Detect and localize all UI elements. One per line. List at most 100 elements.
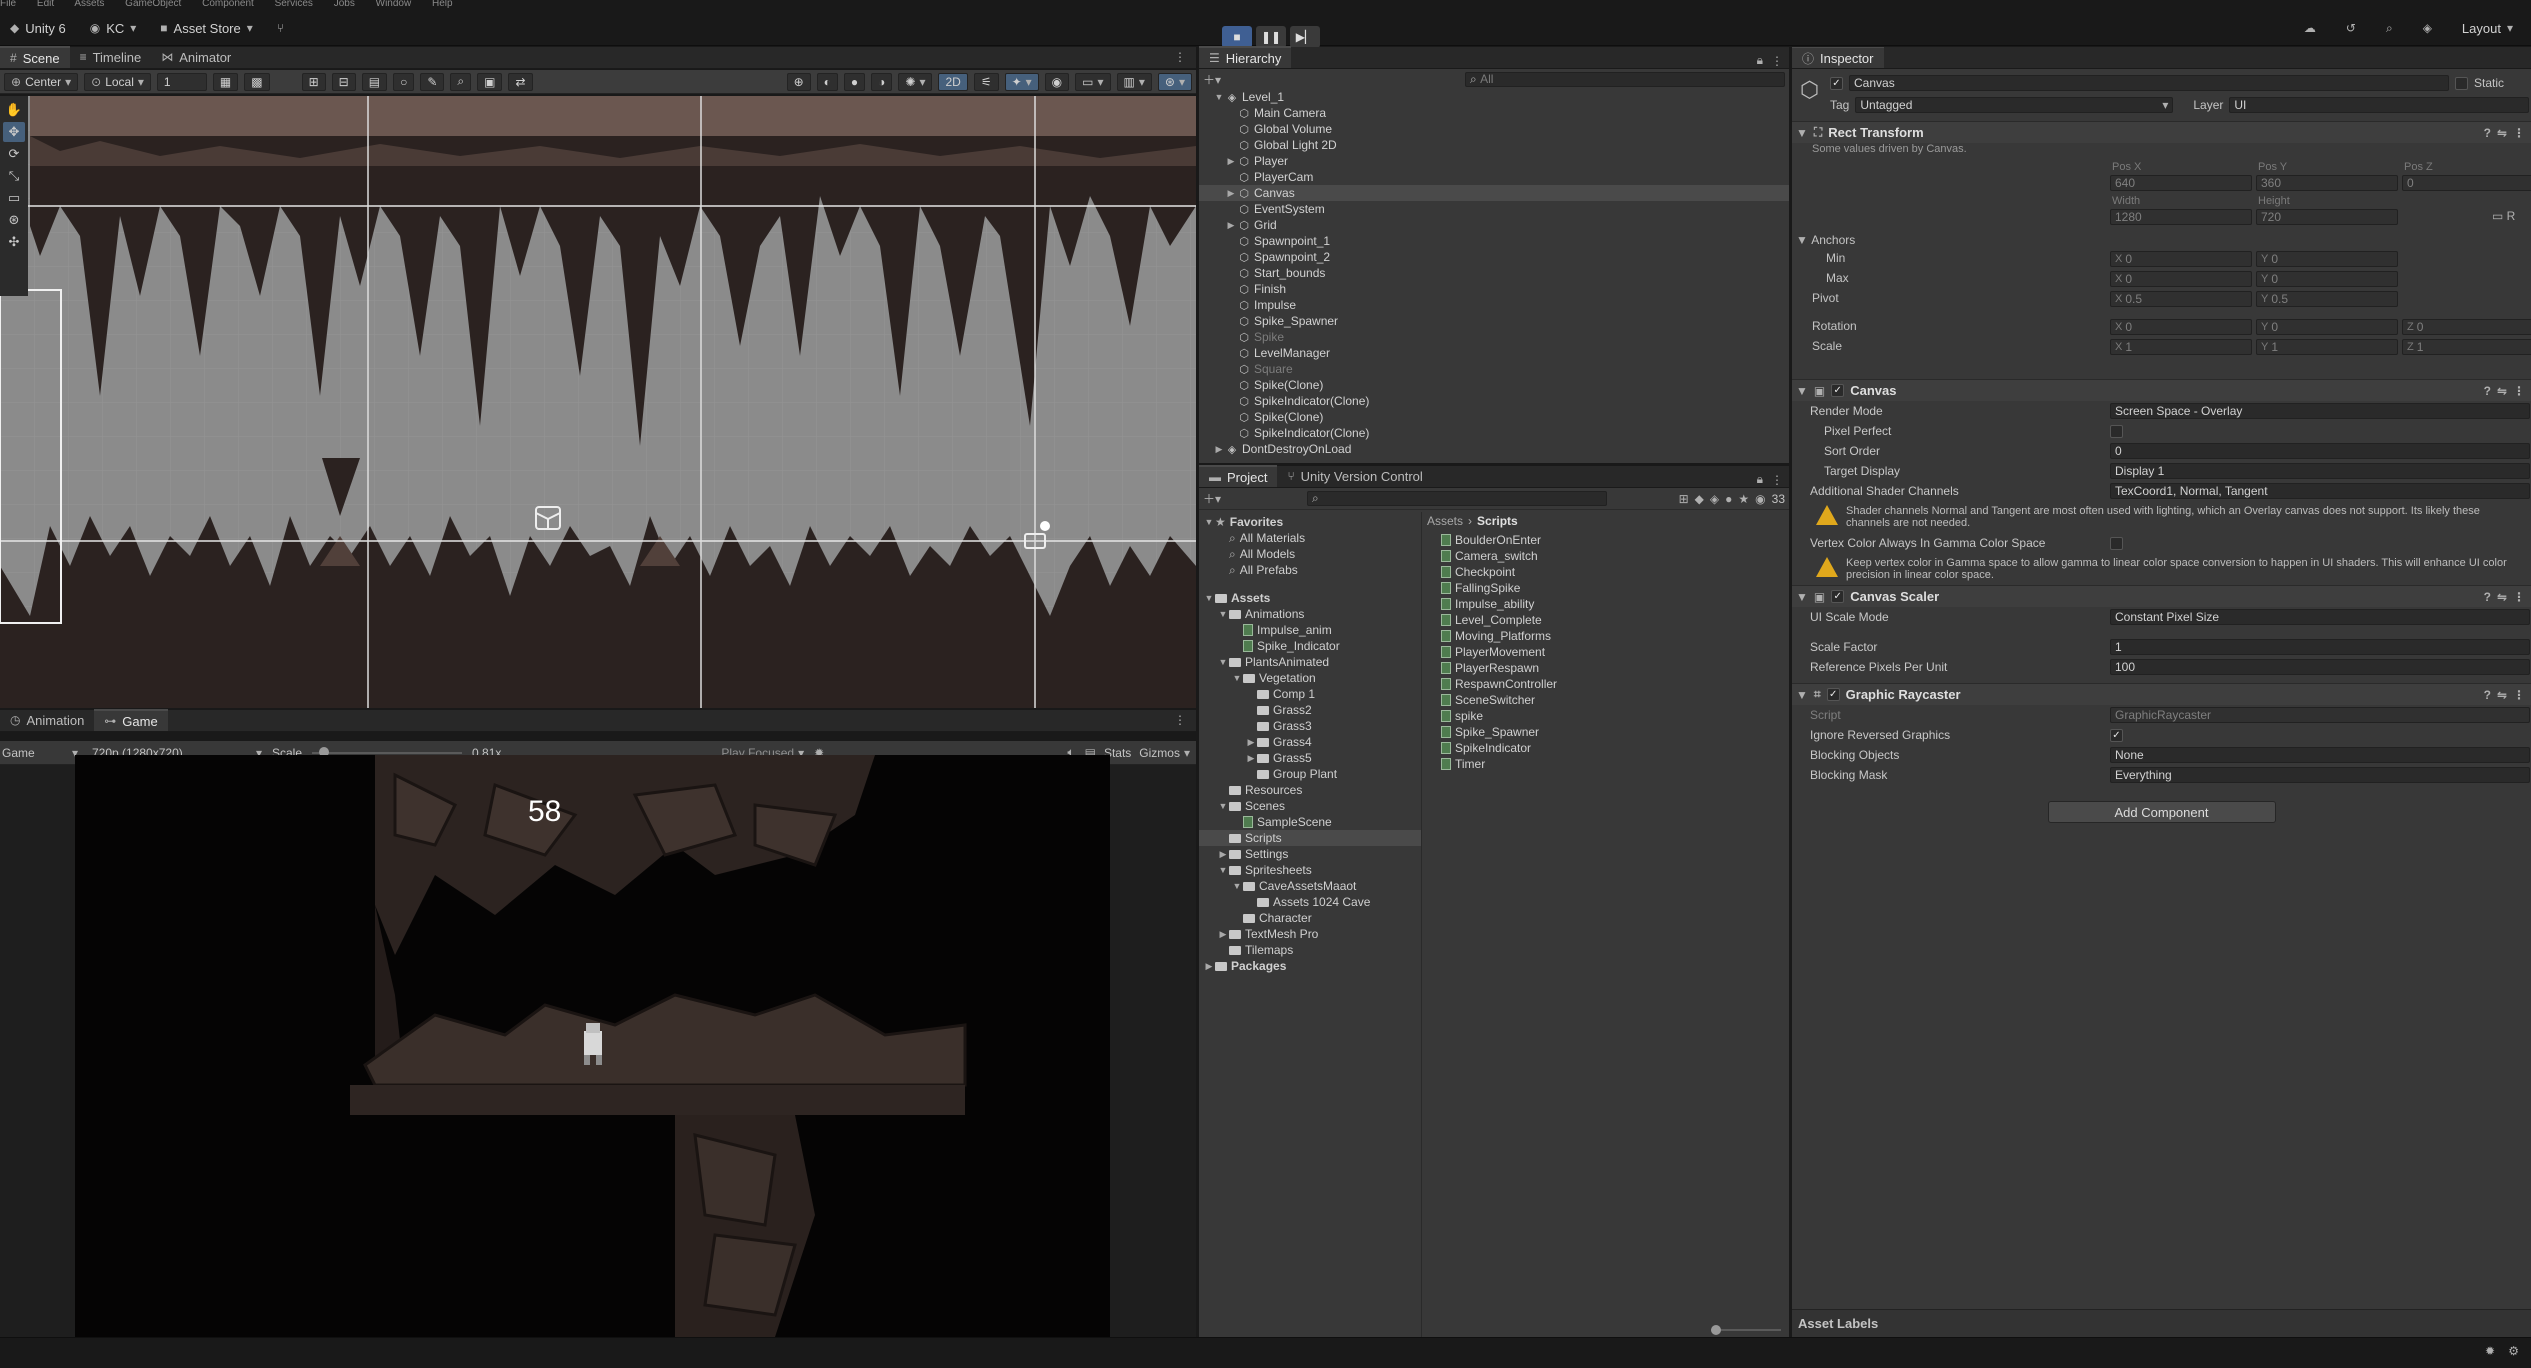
script-asset[interactable]: SpikeIndicator xyxy=(1441,740,1789,756)
tab-project[interactable]: ▬ Project xyxy=(1199,465,1278,487)
hierarchy-item[interactable]: ⬡ SpikeIndicator(Clone) xyxy=(1199,393,1789,409)
script-asset[interactable]: PlayerRespawn xyxy=(1441,660,1789,676)
game-more-button[interactable]: ⋮ xyxy=(1164,709,1196,731)
script-asset[interactable]: spike xyxy=(1441,708,1789,724)
pivot-dropdown[interactable]: ⊕ Center ▾ xyxy=(4,72,79,91)
shaded-button[interactable]: ◑ xyxy=(871,72,893,91)
view-tool[interactable]: ✋ xyxy=(3,100,25,120)
scene-more-button[interactable]: ⋮ xyxy=(1164,46,1196,68)
foldout-arrow-icon[interactable]: ▶ xyxy=(1213,444,1225,455)
active-checkbox[interactable]: ✓ xyxy=(1830,76,1843,90)
foldout-arrow-icon[interactable]: ▶ xyxy=(1245,737,1257,748)
project-tree-item[interactable]: ▼ Animations xyxy=(1199,606,1421,622)
hierarchy-item[interactable]: ⬡ Spike(Clone) xyxy=(1199,409,1789,425)
foldout-arrow-icon[interactable]: ▼ xyxy=(1217,801,1229,811)
preset-icon[interactable]: ⇋ xyxy=(2497,126,2507,140)
tab-hierarchy[interactable]: ☰ Hierarchy xyxy=(1199,46,1292,68)
tool-grid-brush[interactable]: ▤ xyxy=(361,72,388,91)
canvas-scaler-header[interactable]: ▼ ▣ ✓ Canvas Scaler ? ⇋ ⋮ xyxy=(1792,585,2531,607)
tool-circle[interactable]: ○ xyxy=(393,72,415,91)
script-asset[interactable]: Checkpoint xyxy=(1441,564,1789,580)
project-tree-item[interactable]: ▼ Scenes xyxy=(1199,798,1421,814)
hierarchy-item[interactable]: ▶ ⬡ Canvas xyxy=(1199,185,1789,201)
foldout-arrow-icon[interactable]: ▶ xyxy=(1225,188,1237,199)
scaler-enabled-checkbox[interactable]: ✓ xyxy=(1831,590,1845,603)
hierarchy-item[interactable]: ⬡ Spike(Clone) xyxy=(1199,377,1789,393)
more-icon[interactable]: ⋮ xyxy=(2513,384,2525,398)
tool-view[interactable]: ⊞ xyxy=(301,72,326,91)
account-dropdown[interactable]: ◉ KC ▾ xyxy=(80,16,147,40)
hierarchy-item[interactable]: ⬡ Global Volume xyxy=(1199,121,1789,137)
script-asset[interactable]: RespawnController xyxy=(1441,676,1789,692)
foldout-arrow-icon[interactable]: ▼ xyxy=(1217,657,1229,667)
tool-paint[interactable]: ✎ xyxy=(420,72,445,91)
tag-dropdown[interactable]: Untagged ▾ xyxy=(1855,97,2174,113)
hierarchy-item[interactable]: ⬡ Impulse xyxy=(1199,297,1789,313)
hierarchy-item[interactable]: ⬡ Spike_Spawner xyxy=(1199,313,1789,329)
rect-tool[interactable]: ▭ xyxy=(3,188,25,208)
project-tree-item[interactable]: ▶ Grass4 xyxy=(1199,734,1421,750)
project-tree-item[interactable]: Comp 1 xyxy=(1199,686,1421,702)
cloud-button[interactable]: ☁ xyxy=(2294,16,2326,40)
hierarchy-search[interactable]: ⌕ All xyxy=(1465,71,1785,87)
script-asset[interactable]: PlayerMovement xyxy=(1441,644,1789,660)
object-name-field[interactable]: Canvas xyxy=(1849,75,2449,91)
shading-button[interactable]: ◐ xyxy=(816,72,838,91)
search-button[interactable]: ⌕ xyxy=(2376,16,2403,40)
menu-window[interactable]: Window xyxy=(376,0,412,9)
hierarchy-item[interactable]: ⬡ Square xyxy=(1199,361,1789,377)
transform-tool[interactable]: ⊛ xyxy=(3,210,25,230)
rotate-tool[interactable]: ⟳ xyxy=(3,144,25,164)
breadcrumb-assets[interactable]: Assets xyxy=(1427,514,1463,528)
space-dropdown[interactable]: ⊙ Local ▾ xyxy=(84,72,151,91)
step-button[interactable]: ▶▏ xyxy=(1290,26,1320,48)
render-mode-dropdown[interactable]: Screen Space - Overlay xyxy=(2110,403,2530,419)
project-tree-item[interactable]: ▼ Assets xyxy=(1199,590,1421,606)
scene-view[interactable] xyxy=(0,96,1196,708)
project-search[interactable]: ⌕ xyxy=(1307,491,1608,506)
script-asset[interactable]: Timer xyxy=(1441,756,1789,772)
hierarchy-item[interactable]: ⬡ Global Light 2D xyxy=(1199,137,1789,153)
project-tree-item[interactable]: Scripts xyxy=(1199,830,1421,846)
script-asset[interactable]: Moving_Platforms xyxy=(1441,628,1789,644)
tab-inspector[interactable]: ⓘ Inspector xyxy=(1792,47,1884,68)
project-tree-item[interactable]: Assets 1024 Cave xyxy=(1199,894,1421,910)
project-tree-item[interactable]: ▶ TextMesh Pro xyxy=(1199,926,1421,942)
hierarchy-item[interactable]: ▶ ◈ DontDestroyOnLoad xyxy=(1199,441,1789,457)
grid-snap-button[interactable]: ▦ xyxy=(212,72,239,91)
play-button[interactable]: ■ xyxy=(1222,26,1252,48)
debug-icon[interactable]: ✹ xyxy=(2485,1344,2495,1358)
script-asset[interactable]: FallingSpike xyxy=(1441,580,1789,596)
foldout-arrow-icon[interactable]: ▶ xyxy=(1203,961,1215,972)
project-tree-item[interactable]: ▼ Spritesheets xyxy=(1199,862,1421,878)
project-tree-item[interactable]: ▶ Settings xyxy=(1199,846,1421,862)
hierarchy-item[interactable]: ⬡ SpikeIndicator(Clone) xyxy=(1199,425,1789,441)
ref-ppu-field[interactable]: 100 xyxy=(2110,659,2530,675)
more-icon[interactable]: ⋮ xyxy=(1771,473,1783,487)
breadcrumb-scripts[interactable]: Scripts xyxy=(1477,514,1518,528)
menu-file[interactable]: File xyxy=(0,0,16,9)
version-control-button[interactable]: ⑂ xyxy=(267,16,294,40)
hierarchy-item[interactable]: ⬡ Start_bounds xyxy=(1199,265,1789,281)
tab-animator[interactable]: ⋈ Animator xyxy=(151,46,241,68)
gizmos-dropdown[interactable]: Gizmos ▾ xyxy=(1139,746,1190,760)
hierarchy-item[interactable]: ▼ ◈ Level_1 xyxy=(1199,89,1789,105)
menu-component[interactable]: Component xyxy=(202,0,254,9)
foldout-arrow-icon[interactable]: ▶ xyxy=(1225,156,1237,167)
info-icon[interactable]: ● xyxy=(1725,492,1732,506)
foldout-arrow-icon[interactable]: ▶ xyxy=(1217,929,1229,940)
hierarchy-item[interactable]: ⬡ Spawnpoint_2 xyxy=(1199,249,1789,265)
blocking-mask-dropdown[interactable]: Everything xyxy=(2110,767,2530,783)
hierarchy-item[interactable]: ⬡ Spike xyxy=(1199,329,1789,345)
menu-help[interactable]: Help xyxy=(432,0,453,9)
more-icon[interactable]: ⋮ xyxy=(2513,126,2525,140)
raycaster-header[interactable]: ▼ ⌗ ✓ Graphic Raycaster ? ⇋ ⋮ xyxy=(1792,683,2531,705)
unity-account-button[interactable]: ◆ Unity 6 xyxy=(0,16,76,40)
tab-timeline[interactable]: ≡ Timeline xyxy=(70,46,152,68)
project-tree-item[interactable]: ▶ Grass5 xyxy=(1199,750,1421,766)
project-tree-item[interactable]: Grass2 xyxy=(1199,702,1421,718)
scale-factor-field[interactable]: 1 xyxy=(2110,639,2530,655)
shader-channels-dropdown[interactable]: TexCoord1, Normal, Tangent xyxy=(2110,483,2530,499)
script-asset[interactable]: Spike_Spawner xyxy=(1441,724,1789,740)
foldout-arrow-icon[interactable]: ▼ xyxy=(1213,92,1225,102)
